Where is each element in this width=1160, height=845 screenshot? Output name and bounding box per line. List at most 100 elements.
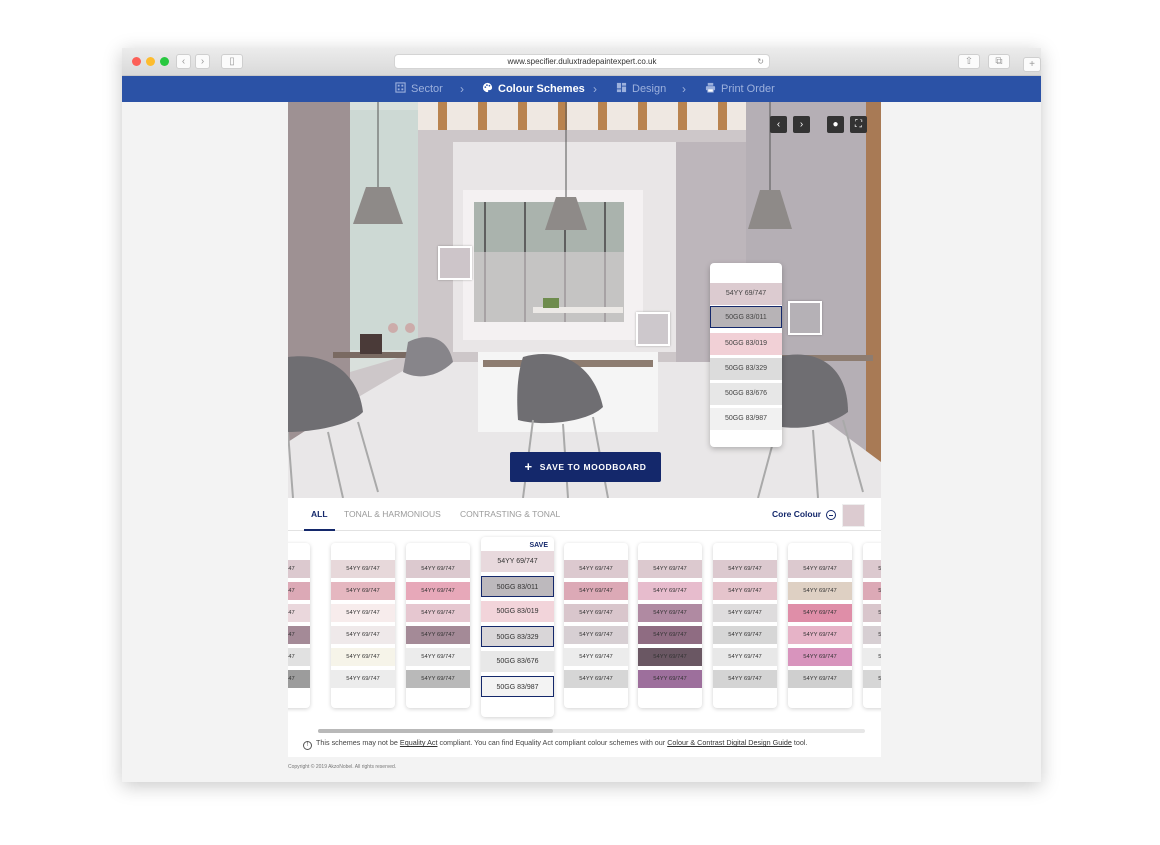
fullscreen-icon[interactable]: ⛶ <box>850 116 867 133</box>
share-icon[interactable]: ⇧ <box>958 54 980 69</box>
scheme-swatch[interactable]: 54YY 69/747 <box>638 582 702 600</box>
tab-all[interactable]: ALL <box>304 498 335 531</box>
scheme-swatch[interactable]: 54YY 69/747 <box>331 582 395 600</box>
scheme-swatch[interactable]: 54YY 69/747 <box>564 560 628 578</box>
scheme-swatch[interactable]: 54YY 69/747 <box>713 560 777 578</box>
scheme-swatch[interactable]: 54YY 69/747 <box>863 626 881 644</box>
scheme-swatch[interactable]: 54YY 69/747 <box>564 648 628 666</box>
scheme-swatch[interactable]: 54YY 69/747 <box>331 670 395 688</box>
scheme-swatch[interactable]: 50GG 83/987 <box>481 676 554 697</box>
colour-scheme-card[interactable]: 54YY 69/747 54YY 69/747 54YY 69/747 54YY 69… <box>406 543 470 708</box>
scheme-swatch[interactable]: 54YY 69/747 <box>638 670 702 688</box>
scheme-swatch[interactable]: 54YY 69/747 <box>564 582 628 600</box>
scheme-swatch[interactable]: 54YY 69/747 <box>713 648 777 666</box>
scheme-swatch[interactable]: 54YY 69/747 <box>564 670 628 688</box>
colour-scheme-card[interactable]: 54YY 69/747 54YY 69/747 54YY 69/747 54YY 69… <box>863 543 881 708</box>
tab-contrasting-tonal[interactable]: CONTRASTING & TONAL <box>460 498 560 531</box>
sidebar-toggle-icon[interactable]: ▯ <box>221 54 243 69</box>
popup-swatch-selected[interactable]: 50GG 83/011 <box>710 306 782 328</box>
wall-colour-hotspot-active[interactable] <box>788 301 822 335</box>
scheme-swatch[interactable]: 54YY 69/747 <box>288 604 310 622</box>
scheme-swatch[interactable]: 54YY 69/747 <box>863 670 881 688</box>
scheme-swatch[interactable]: 50GG 83/011 <box>481 576 554 597</box>
scheme-swatch[interactable]: 54YY 69/747 <box>288 560 310 578</box>
scheme-swatch[interactable]: 54YY 69/747 <box>406 626 470 644</box>
address-bar[interactable]: www.specifier.duluxtradepaintexpert.co.u… <box>394 54 770 69</box>
scheme-swatch[interactable]: 54YY 69/747 <box>713 604 777 622</box>
popup-swatch[interactable]: 50GG 83/329 <box>710 358 782 380</box>
colour-scheme-card-selected[interactable]: SAVE 54YY 69/747 50GG 83/011 50GG 83/019 50G… <box>481 537 554 717</box>
nav-item-colour-schemes[interactable]: Colour Schemes <box>482 76 585 102</box>
scheme-swatch[interactable]: 54YY 69/747 <box>713 670 777 688</box>
scheme-swatch[interactable]: 54YY 69/747 <box>481 551 554 572</box>
scheme-swatch[interactable]: 54YY 69/747 <box>288 648 310 666</box>
wall-colour-hotspot[interactable] <box>438 246 472 280</box>
colour-scheme-card[interactable]: 54YY 69/747 54YY 69/747 54YY 69/747 54YY 69… <box>288 543 310 708</box>
nav-item-print-order[interactable]: Print Order <box>705 76 775 102</box>
new-tab-icon[interactable]: + <box>1023 57 1041 72</box>
scheme-swatch[interactable]: 50GG 83/019 <box>481 601 554 622</box>
scheme-swatch[interactable]: 54YY 69/747 <box>863 582 881 600</box>
scrollbar-thumb[interactable] <box>318 729 553 733</box>
popup-swatch[interactable]: 50GG 83/987 <box>710 408 782 430</box>
back-icon[interactable]: ‹ <box>176 54 191 69</box>
previous-image-button[interactable]: ‹ <box>770 116 787 133</box>
scheme-swatch[interactable]: 54YY 69/747 <box>406 582 470 600</box>
eye-icon[interactable]: ● <box>827 116 844 133</box>
scheme-swatch[interactable]: 54YY 69/747 <box>863 604 881 622</box>
scheme-swatch[interactable]: 54YY 69/747 <box>788 626 852 644</box>
scheme-swatch[interactable]: 54YY 69/747 <box>713 626 777 644</box>
scheme-swatch[interactable]: 54YY 69/747 <box>638 604 702 622</box>
wall-colour-hotspot[interactable] <box>636 312 670 346</box>
popup-swatch[interactable]: 50GG 83/019 <box>710 333 782 355</box>
close-window-button[interactable] <box>132 57 141 66</box>
scheme-swatch[interactable]: 54YY 69/747 <box>288 670 310 688</box>
scheme-swatch[interactable]: 54YY 69/747 <box>788 582 852 600</box>
scheme-swatch[interactable]: 54YY 69/747 <box>331 604 395 622</box>
scheme-swatch[interactable]: 54YY 69/747 <box>331 560 395 578</box>
colour-scheme-card[interactable]: 54YY 69/747 54YY 69/747 54YY 69/747 54YY 69… <box>713 543 777 708</box>
scheme-swatch[interactable]: 54YY 69/747 <box>406 604 470 622</box>
maximize-window-button[interactable] <box>160 57 169 66</box>
popup-swatch[interactable]: 54YY 69/747 <box>710 283 782 305</box>
scheme-swatch[interactable]: 54YY 69/747 <box>564 604 628 622</box>
scheme-swatch[interactable]: 54YY 69/747 <box>713 582 777 600</box>
remove-core-colour-icon[interactable] <box>826 510 836 520</box>
scheme-swatch[interactable]: 54YY 69/747 <box>406 670 470 688</box>
scheme-swatch[interactable]: 54YY 69/747 <box>288 582 310 600</box>
horizontal-scrollbar[interactable] <box>318 729 865 733</box>
scheme-swatch[interactable]: 54YY 69/747 <box>638 648 702 666</box>
scheme-swatch[interactable]: 54YY 69/747 <box>331 648 395 666</box>
tabs-icon[interactable]: ⧉ <box>988 54 1010 69</box>
scheme-swatch[interactable]: 54YY 69/747 <box>863 648 881 666</box>
scheme-swatch[interactable]: 54YY 69/747 <box>288 626 310 644</box>
tab-tonal-harmonious[interactable]: TONAL & HARMONIOUS <box>344 498 441 531</box>
scheme-swatch[interactable]: 54YY 69/747 <box>331 626 395 644</box>
nav-item-design[interactable]: Design <box>616 76 666 102</box>
scheme-swatch[interactable]: 54YY 69/747 <box>638 560 702 578</box>
equality-act-link[interactable]: Equality Act <box>400 738 438 747</box>
scheme-swatch[interactable]: 50GG 83/676 <box>481 651 554 672</box>
colour-scheme-card[interactable]: 54YY 69/747 54YY 69/747 54YY 69/747 54YY 69… <box>331 543 395 708</box>
next-image-button[interactable]: › <box>793 116 810 133</box>
scheme-swatch[interactable]: 54YY 69/747 <box>788 560 852 578</box>
scheme-swatch[interactable]: 54YY 69/747 <box>638 626 702 644</box>
scheme-swatch[interactable]: 54YY 69/747 <box>788 670 852 688</box>
scheme-swatch[interactable]: 54YY 69/747 <box>564 626 628 644</box>
colour-scheme-card[interactable]: 54YY 69/747 54YY 69/747 54YY 69/747 54YY 69… <box>564 543 628 708</box>
scheme-swatch[interactable]: 54YY 69/747 <box>406 560 470 578</box>
scheme-swatch[interactable]: 54YY 69/747 <box>788 604 852 622</box>
nav-item-sector[interactable]: Sector <box>395 76 443 102</box>
design-guide-link[interactable]: Colour & Contrast Digital Design Guide <box>667 738 792 747</box>
minimize-window-button[interactable] <box>146 57 155 66</box>
colour-scheme-card[interactable]: 54YY 69/747 54YY 69/747 54YY 69/747 54YY 69… <box>788 543 852 708</box>
save-to-moodboard-button[interactable]: + SAVE TO MOODBOARD <box>510 452 661 482</box>
forward-icon[interactable]: › <box>195 54 210 69</box>
scheme-swatch[interactable]: 50GG 83/329 <box>481 626 554 647</box>
reload-icon[interactable]: ↻ <box>757 55 764 68</box>
popup-swatch[interactable]: 50GG 83/676 <box>710 383 782 405</box>
colour-scheme-card[interactable]: 54YY 69/747 54YY 69/747 54YY 69/747 54YY 69… <box>638 543 702 708</box>
scheme-swatch[interactable]: 54YY 69/747 <box>788 648 852 666</box>
scheme-swatch[interactable]: 54YY 69/747 <box>406 648 470 666</box>
scheme-swatch[interactable]: 54YY 69/747 <box>863 560 881 578</box>
